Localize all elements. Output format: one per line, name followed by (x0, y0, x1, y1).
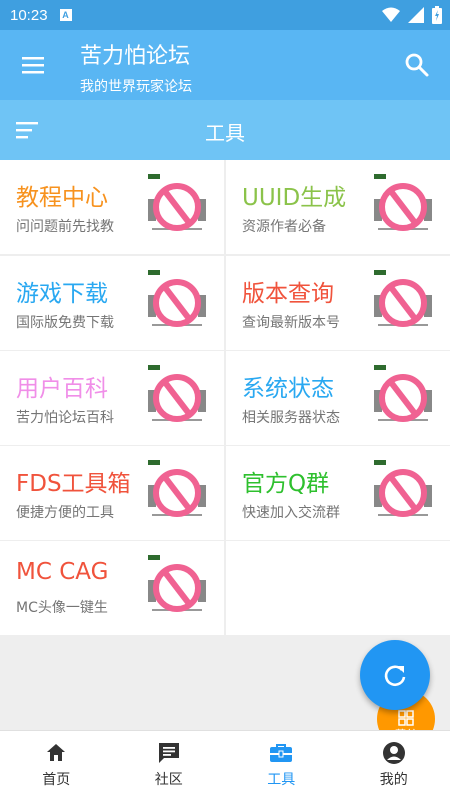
menu-icon[interactable] (20, 53, 46, 77)
nav-profile[interactable]: 我的 (338, 731, 450, 801)
nav-label: 我的 (380, 769, 408, 789)
tool-desc: 资源作者必备 (242, 216, 326, 236)
section-header: 工具 (0, 100, 450, 160)
status-bar: 10:23 A (0, 0, 450, 30)
tool-title: FDS工具箱 (16, 464, 131, 498)
battery-icon (432, 6, 442, 24)
tool-card-version[interactable]: 版本查询 查询最新版本号 (226, 256, 450, 350)
search-icon[interactable] (404, 52, 430, 78)
placeholder-image-icon (148, 270, 206, 336)
section-title: 工具 (0, 117, 450, 146)
tool-title: 系统状态 (242, 369, 334, 403)
nav-home[interactable]: 首页 (0, 731, 113, 801)
tool-title: 版本查询 (242, 274, 334, 308)
chat-icon (157, 741, 181, 765)
nav-label: 首页 (42, 769, 70, 789)
tools-grid: 教程中心 问问题前先找教 UUID生成 资源作者必备 游戏下载 国际版免费下载 … (0, 160, 450, 635)
notification-icon: A (60, 9, 72, 21)
tool-card-qq-group[interactable]: 官方Q群 快速加入交流群 (226, 446, 450, 540)
tool-desc: 问问题前先找教 (16, 216, 114, 236)
nav-label: 社区 (155, 769, 183, 789)
tool-card-status[interactable]: 系统状态 相关服务器状态 (226, 351, 450, 445)
placeholder-image-icon (148, 174, 206, 240)
placeholder-image-icon (148, 555, 206, 621)
placeholder-image-icon (148, 365, 206, 431)
placeholder-image-icon (374, 270, 432, 336)
tool-title: 教程中心 (16, 178, 108, 212)
signal-icon (408, 7, 424, 23)
nav-tools[interactable]: 工具 (225, 731, 338, 801)
refresh-icon (382, 662, 408, 688)
nav-community[interactable]: 社区 (113, 731, 226, 801)
app-subtitle: 我的世界玩家论坛 (80, 76, 192, 96)
placeholder-image-icon (148, 460, 206, 526)
tool-card-wiki[interactable]: 用户百科 苦力怕论坛百科 (0, 351, 224, 445)
home-icon (44, 741, 68, 765)
grid-icon (398, 710, 414, 726)
wifi-icon (382, 7, 400, 23)
nav-label: 工具 (267, 769, 295, 789)
app-bar: 苦力怕论坛 我的世界玩家论坛 (0, 30, 450, 100)
tool-desc: 国际版免费下载 (16, 312, 114, 332)
tool-desc: 便捷方便的工具 (16, 502, 114, 522)
tool-card-fds[interactable]: FDS工具箱 便捷方便的工具 (0, 446, 224, 540)
toolbox-icon (269, 741, 293, 765)
tool-desc: 查询最新版本号 (242, 312, 340, 332)
tool-card-uuid[interactable]: UUID生成 资源作者必备 (226, 160, 450, 254)
account-icon (382, 741, 406, 765)
tool-title: 官方Q群 (242, 464, 329, 498)
tool-card-tutorial[interactable]: 教程中心 问问题前先找教 (0, 160, 224, 254)
tool-title: MC CAG (16, 559, 108, 585)
bottom-nav: 首页 社区 工具 我的 (0, 730, 450, 801)
refresh-fab[interactable] (360, 640, 430, 710)
tool-desc: 相关服务器状态 (242, 407, 340, 427)
tool-desc: 快速加入交流群 (242, 502, 340, 522)
status-icons (382, 6, 442, 24)
tool-card-mc-cag[interactable]: MC CAG MC头像一键生 (0, 541, 224, 635)
tool-desc: 苦力怕论坛百科 (16, 407, 114, 427)
tool-desc: MC头像一键生 (16, 597, 108, 617)
placeholder-image-icon (374, 365, 432, 431)
empty-cell (226, 541, 450, 635)
status-time: 10:23 (10, 7, 48, 24)
tool-title: UUID生成 (242, 178, 346, 212)
placeholder-image-icon (374, 460, 432, 526)
tool-title: 游戏下载 (16, 274, 108, 308)
tool-title: 用户百科 (16, 369, 108, 403)
placeholder-image-icon (374, 174, 432, 240)
tool-card-download[interactable]: 游戏下载 国际版免费下载 (0, 256, 224, 350)
app-title: 苦力怕论坛 (80, 38, 190, 70)
